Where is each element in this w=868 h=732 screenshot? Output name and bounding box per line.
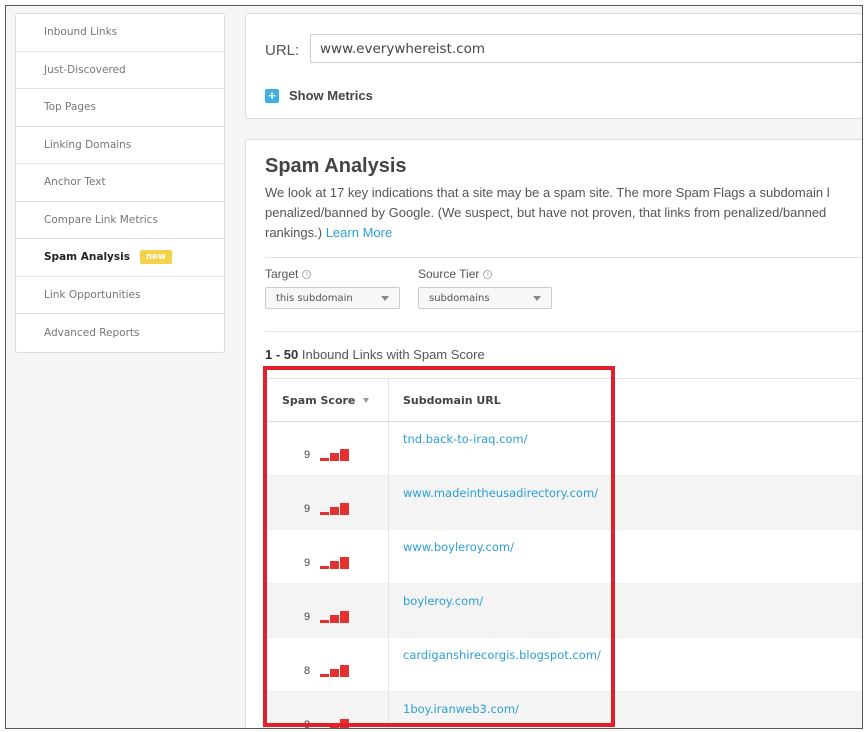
spam-score-cell: 8 xyxy=(265,638,389,691)
info-icon[interactable]: i xyxy=(302,269,312,279)
sidebar-item-link-opportunities[interactable]: Link Opportunities xyxy=(16,277,224,314)
spam-score-value: 9 xyxy=(303,557,311,569)
spam-score-cell: 9 xyxy=(265,476,389,529)
sidebar-item-label: Spam Analysis xyxy=(44,251,130,264)
spam-bars-icon xyxy=(320,665,350,677)
sidebar-item-label: Compare Link Metrics xyxy=(44,213,158,226)
table-row: 9 tnd.back-to-iraq.com/ xyxy=(265,422,862,476)
subdomain-link[interactable]: cardiganshirecorgis.blogspot.com/ xyxy=(389,638,601,691)
sidebar-item-anchor-text[interactable]: Anchor Text xyxy=(16,164,224,202)
table-row: 9 boyleroy.com/ xyxy=(265,584,862,638)
subdomain-link[interactable]: www.madeintheusadirectory.com/ xyxy=(389,476,598,529)
spam-score-value: 9 xyxy=(303,611,311,623)
spam-bars-icon xyxy=(320,557,350,569)
table-row: 8 1boy.iranweb3.com/ xyxy=(265,692,862,729)
sidebar-item-label: Advanced Reports xyxy=(44,326,140,339)
spam-analysis-panel: Spam Analysis We look at 17 key indicati… xyxy=(245,139,862,729)
divider xyxy=(265,331,862,332)
subdomain-link[interactable]: www.boyleroy.com/ xyxy=(389,530,514,583)
target-filter: Target i this subdomain xyxy=(265,267,400,309)
source-tier-select[interactable]: subdomains xyxy=(418,287,552,309)
spam-bars-icon xyxy=(320,449,350,461)
spam-score-cell: 9 xyxy=(265,422,389,475)
spam-score-cell: 9 xyxy=(265,584,389,637)
sidebar-item-label: Anchor Text xyxy=(44,176,106,189)
spam-score-cell: 8 xyxy=(265,692,389,729)
subdomain-link[interactable]: boyleroy.com/ xyxy=(389,584,483,637)
subdomain-link[interactable]: 1boy.iranweb3.com/ xyxy=(389,692,519,728)
column-label: Spam Score xyxy=(282,393,356,407)
sort-desc-icon xyxy=(363,397,370,403)
description-line: rankings.) Learn More xyxy=(265,223,862,243)
sidebar-item-inbound-links[interactable]: Inbound Links xyxy=(16,14,224,52)
target-label-text: Target xyxy=(265,267,299,281)
source-tier-select-value: subdomains xyxy=(429,292,490,304)
new-badge: new xyxy=(140,250,172,265)
sidebar-item-label: Top Pages xyxy=(44,101,96,114)
spam-score-cell: 9 xyxy=(265,530,389,583)
table-row: 8 cardiganshirecorgis.blogspot.com/ xyxy=(265,638,862,692)
info-icon[interactable]: i xyxy=(483,269,493,279)
sidebar-nav: Inbound Links Just-Discovered Top Pages … xyxy=(15,13,225,353)
spam-bars-icon xyxy=(320,503,350,515)
spam-score-value: 9 xyxy=(303,503,311,515)
description-text: rankings.) xyxy=(265,225,323,240)
sidebar-item-label: Inbound Links xyxy=(44,26,118,39)
column-label: Subdomain URL xyxy=(403,393,501,407)
sidebar-item-label: Link Opportunities xyxy=(44,288,141,301)
url-panel: URL: www.everywhereist.com + Show Metric… xyxy=(245,13,862,119)
description-line: penalized/banned by Google. (We suspect,… xyxy=(265,205,827,220)
subdomain-link[interactable]: tnd.back-to-iraq.com/ xyxy=(389,422,528,475)
source-tier-filter: Source Tier i subdomains xyxy=(418,267,552,309)
sidebar-item-spam-analysis[interactable]: Spam Analysis new xyxy=(16,239,224,277)
target-select[interactable]: this subdomain xyxy=(265,287,400,309)
sidebar-item-just-discovered[interactable]: Just-Discovered xyxy=(16,52,224,89)
spam-score-value: 8 xyxy=(303,719,311,729)
spam-score-value: 9 xyxy=(303,449,311,461)
subdomain-url-column-header[interactable]: Subdomain URL xyxy=(389,394,501,407)
show-metrics-label: Show Metrics xyxy=(289,88,373,103)
spam-description: We look at 17 key indications that a sit… xyxy=(265,183,862,243)
plus-icon: + xyxy=(265,88,279,103)
spam-score-table: Spam Score Subdomain URL 9 tnd.back-to-i… xyxy=(265,378,862,729)
table-row: 9 www.madeintheusadirectory.com/ xyxy=(265,476,862,530)
sidebar-item-linking-domains[interactable]: Linking Domains xyxy=(16,127,224,164)
learn-more-link[interactable]: Learn More xyxy=(326,225,392,240)
sidebar-item-label: Linking Domains xyxy=(44,138,132,151)
chevron-down-icon xyxy=(533,295,541,301)
target-select-value: this subdomain xyxy=(276,292,353,304)
source-tier-label-text: Source Tier xyxy=(418,267,480,281)
result-range: 1 - 50 xyxy=(265,347,299,362)
spam-score-value: 8 xyxy=(303,665,311,677)
spam-bars-icon xyxy=(320,719,350,728)
url-label: URL: xyxy=(265,42,300,59)
sidebar-item-label: Just-Discovered xyxy=(44,63,126,76)
sidebar-item-compare-link-metrics[interactable]: Compare Link Metrics xyxy=(16,202,224,239)
spam-score-column-header[interactable]: Spam Score xyxy=(265,379,389,421)
sidebar-item-advanced-reports[interactable]: Advanced Reports xyxy=(16,314,224,352)
divider xyxy=(265,257,862,258)
result-count: 1 - 50 Inbound Links with Spam Score xyxy=(265,347,485,362)
target-label: Target i xyxy=(265,267,400,281)
description-line: We look at 17 key indications that a sit… xyxy=(265,185,830,200)
table-header: Spam Score Subdomain URL xyxy=(265,378,862,422)
result-count-text: Inbound Links with Spam Score xyxy=(301,347,485,362)
sidebar-item-top-pages[interactable]: Top Pages xyxy=(16,89,224,127)
show-metrics-button[interactable]: + Show Metrics xyxy=(265,88,373,103)
source-tier-label: Source Tier i xyxy=(418,267,552,281)
page-title: Spam Analysis xyxy=(265,155,407,177)
spam-bars-icon xyxy=(320,611,350,623)
url-input[interactable]: www.everywhereist.com xyxy=(310,34,862,63)
chevron-down-icon xyxy=(381,295,389,301)
screenshot-frame: Inbound Links Just-Discovered Top Pages … xyxy=(5,5,863,729)
table-row: 9 www.boyleroy.com/ xyxy=(265,530,862,584)
